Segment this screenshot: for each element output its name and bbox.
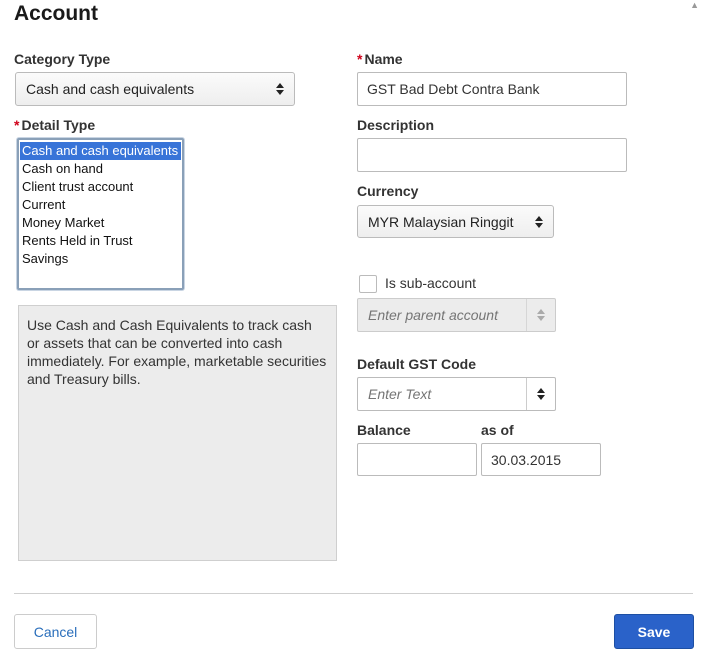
gst-code-input[interactable] [358,378,523,410]
balance-label: Balance [357,422,411,438]
updown-arrows-icon [535,215,543,228]
description-input[interactable] [357,138,627,172]
detail-type-description: Use Cash and Cash Equivalents to track c… [18,305,337,561]
as-of-value: 30.03.2015 [491,451,562,468]
detail-type-option[interactable]: Money Market [20,214,181,232]
parent-account-combo [357,298,556,332]
as-of-label: as of [481,422,514,438]
balance-input[interactable] [357,443,477,476]
updown-arrows-icon [276,83,284,95]
gst-code-label: Default GST Code [357,356,477,372]
description-label: Description [357,117,435,133]
detail-type-listbox[interactable]: Cash and cash equivalents Cash on hand Cli… [17,138,184,290]
scroll-up-icon[interactable]: ▲ [690,0,699,10]
name-input[interactable]: GST Bad Debt Contra Bank [357,72,627,106]
as-of-date-input[interactable]: 30.03.2015 [481,443,601,476]
dialog-title: Account [14,2,98,25]
required-mark: * [14,117,20,133]
sub-account-checkbox[interactable] [359,275,377,293]
name-value: GST Bad Debt Contra Bank [367,81,540,97]
required-mark: * [357,51,363,67]
updown-arrows-icon [537,309,545,321]
detail-type-option[interactable]: Cash on hand [20,160,181,178]
parent-account-dropdown-button [526,299,555,331]
category-type-value: Cash and cash equivalents [26,81,195,97]
detail-type-option[interactable]: Current [20,196,181,214]
detail-type-option[interactable]: Rents Held in Trust [20,232,181,250]
detail-type-option[interactable]: Client trust account [20,178,181,196]
detail-type-option[interactable]: Cash and cash equivalents [20,142,181,160]
gst-code-dropdown-button[interactable] [526,378,555,410]
currency-label: Currency [357,183,419,199]
footer-divider [14,593,693,594]
currency-value: MYR Malaysian Ringgit [368,213,514,230]
currency-select[interactable]: MYR Malaysian Ringgit [357,205,554,238]
detail-type-label: * Detail Type [14,117,96,133]
name-label: * Name [357,51,403,67]
save-button[interactable]: Save [614,614,694,649]
cancel-button[interactable]: Cancel [14,614,97,649]
category-type-label: Category Type [14,51,111,67]
category-type-select[interactable]: Cash and cash equivalents [15,72,295,106]
updown-arrows-icon [537,388,545,400]
parent-account-input [358,299,523,331]
sub-account-label: Is sub-account [385,275,477,291]
gst-code-combo[interactable] [357,377,556,411]
detail-type-option[interactable]: Savings [20,250,181,268]
